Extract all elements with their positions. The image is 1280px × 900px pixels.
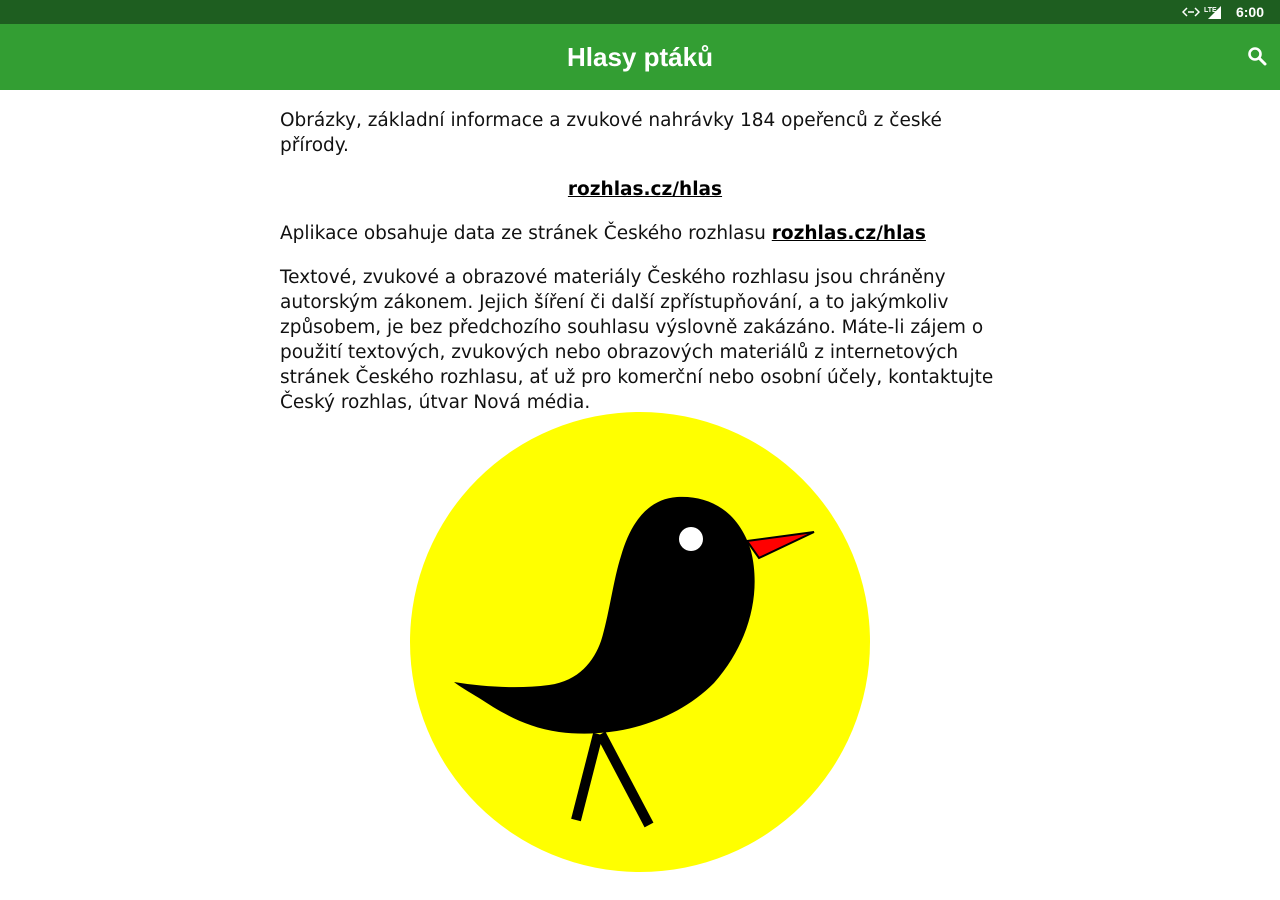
source-text: Aplikace obsahuje data ze stránek Českéh… — [280, 223, 772, 244]
bird-eye — [679, 527, 703, 551]
copyright-text: Textové, zvukové a obrazové materiály Če… — [280, 267, 994, 413]
data-sync-icon — [1181, 3, 1201, 22]
bird-logo — [409, 411, 871, 873]
link-paragraph: rozhlas.cz/hlas — [280, 177, 1010, 202]
about-content: Obrázky, základní informace a zvukové na… — [280, 108, 1010, 434]
search-button[interactable] — [1242, 41, 1272, 71]
bird-logo-icon — [410, 412, 870, 872]
status-bar: LTE 6:00 — [0, 0, 1280, 24]
signal-icon: LTE — [1204, 4, 1222, 20]
search-icon — [1248, 47, 1267, 66]
rozhlas-link-inline[interactable]: rozhlas.cz/hlas — [772, 223, 926, 244]
rozhlas-link-centered[interactable]: rozhlas.cz/hlas — [568, 179, 722, 200]
status-time: 6:00 — [1235, 4, 1264, 20]
app-title: Hlasy ptáků — [567, 41, 713, 72]
status-icons: LTE — [1181, 3, 1222, 22]
intro-text: Obrázky, základní informace a zvukové na… — [280, 110, 942, 156]
app-bar: Hlasy ptáků — [0, 24, 1280, 90]
source-paragraph: Aplikace obsahuje data ze stránek Českéh… — [280, 221, 1010, 246]
